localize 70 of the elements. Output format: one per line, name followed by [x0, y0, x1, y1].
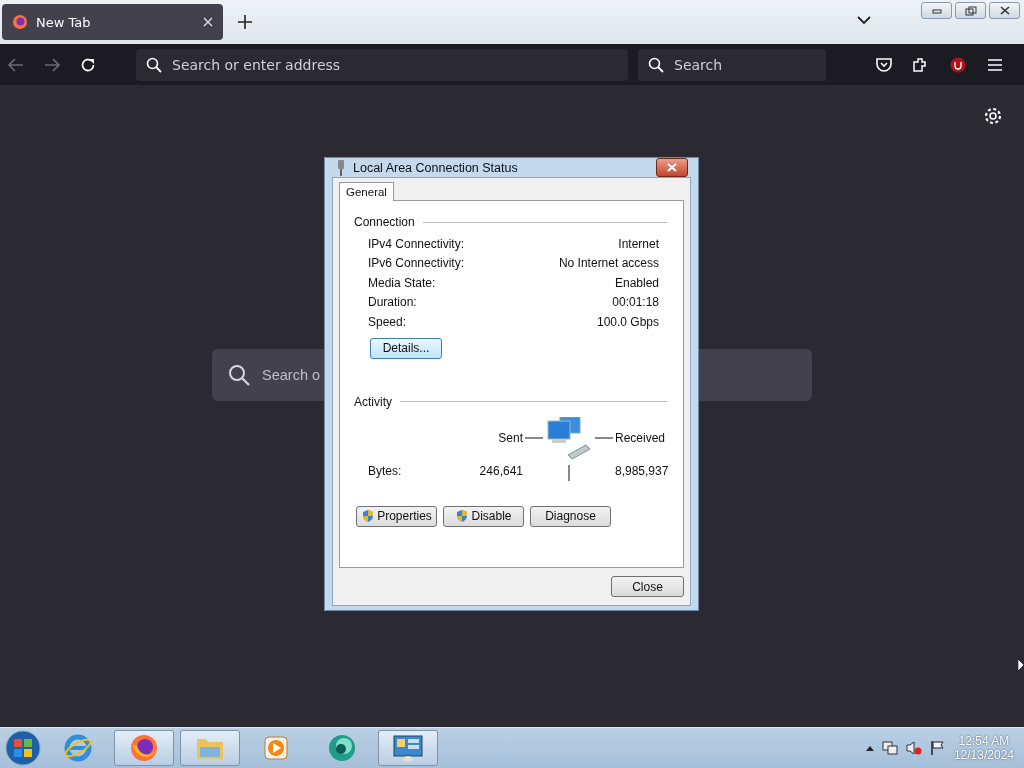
media-player-icon — [263, 735, 289, 761]
close-icon[interactable] — [203, 17, 213, 27]
close-button[interactable] — [656, 158, 688, 177]
action-button[interactable]: Disable — [443, 505, 524, 527]
search-field[interactable]: Search — [638, 48, 826, 81]
close-button[interactable]: Close — [611, 576, 684, 597]
back-arrow-icon[interactable] — [8, 57, 24, 72]
connector-line — [595, 436, 613, 439]
field-value: 100.0 Gbps — [596, 314, 659, 329]
chevron-down-icon[interactable] — [857, 16, 871, 25]
network-icon[interactable] — [881, 740, 898, 756]
browser-tab[interactable]: New Tab — [2, 4, 223, 40]
sent-label: Sent — [498, 430, 523, 445]
section-heading: Activity — [354, 394, 392, 409]
bytes-sent: 246,641 — [479, 463, 523, 478]
field-value: No Internet access — [558, 256, 659, 271]
taskbar-button[interactable] — [114, 730, 174, 766]
start-button[interactable] — [4, 729, 42, 767]
firefox-icon — [129, 733, 159, 763]
taskbar-button[interactable] — [180, 730, 240, 766]
forward-arrow-icon[interactable] — [44, 57, 60, 72]
field-label: Media State: — [368, 275, 436, 290]
field-value: Internet — [618, 236, 659, 251]
flag-icon[interactable] — [929, 740, 946, 756]
firefox-icon — [12, 14, 28, 30]
settings-icon[interactable] — [984, 107, 1002, 125]
search-icon — [228, 364, 250, 386]
minimize-button[interactable] — [921, 2, 952, 19]
field-label: Speed: — [368, 314, 407, 329]
field-value: 00:01:18 — [612, 295, 659, 310]
section-heading: Connection — [354, 215, 415, 229]
control-panel-icon — [392, 733, 424, 763]
close-icon — [667, 163, 677, 172]
puzzle-icon[interactable] — [912, 56, 928, 73]
minimize-icon — [931, 7, 942, 14]
plus-icon — [238, 15, 252, 29]
pocket-icon[interactable] — [876, 57, 892, 72]
app-icon — [326, 733, 358, 763]
field-label: Duration: — [368, 295, 417, 310]
details-button[interactable]: Details... — [370, 337, 442, 359]
connector-line — [525, 436, 543, 439]
dialog-title: Local Area Connection Status — [353, 160, 519, 175]
browser-e-icon — [63, 733, 93, 763]
field-value: Enabled — [614, 275, 659, 290]
network-plug-icon — [337, 159, 345, 176]
field-label: IPv4 Connectivity: — [368, 236, 465, 251]
action-button[interactable]: Diagnose — [530, 505, 611, 527]
close-icon — [999, 6, 1010, 15]
caret-up-icon[interactable] — [865, 745, 874, 751]
networked-computers-icon — [547, 416, 591, 459]
menu-icon[interactable] — [988, 58, 1002, 71]
close-button[interactable] — [989, 2, 1020, 19]
field-label: IPv6 Connectivity: — [368, 256, 465, 271]
restore-button[interactable] — [955, 2, 986, 19]
reload-icon[interactable] — [80, 56, 96, 73]
search-icon — [648, 56, 664, 73]
connector-line — [568, 464, 570, 481]
shield-badge-icon[interactable] — [950, 56, 966, 73]
shield-icon — [455, 509, 470, 523]
dialog-tab[interactable]: General — [339, 182, 394, 201]
taskbar-button[interactable] — [378, 730, 438, 766]
muted-speaker-icon[interactable] — [905, 740, 922, 756]
received-label: Received — [615, 430, 666, 445]
bytes-label: Bytes: — [368, 463, 403, 478]
bytes-received: 8,985,937 — [615, 463, 669, 478]
action-button[interactable]: Properties — [356, 505, 437, 527]
restore-icon — [964, 5, 977, 16]
address-field[interactable]: Search or enter address — [136, 48, 628, 81]
search-icon — [146, 56, 162, 73]
shield-icon — [361, 509, 376, 523]
